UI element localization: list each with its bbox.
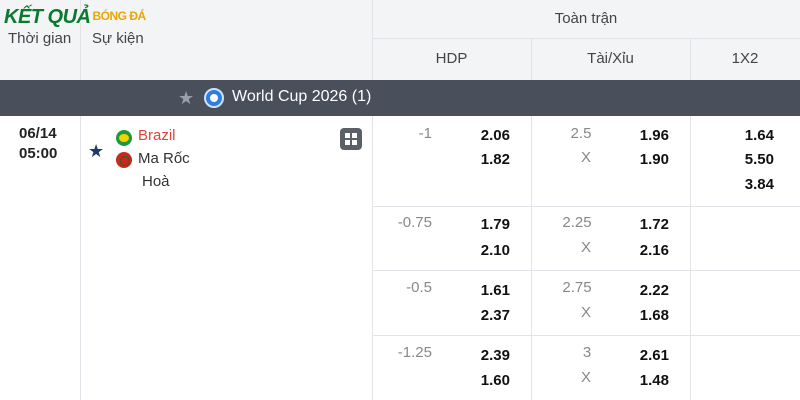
divider	[372, 116, 373, 400]
ou-x-mark: X	[580, 369, 591, 386]
ou-under-odd[interactable]: 1.48	[619, 372, 669, 389]
hdp-line: -1	[418, 125, 432, 142]
ou-line: 2.5	[570, 125, 592, 142]
column-header-hdp: HDP	[435, 50, 468, 67]
logo-sub-text: BÓNG ĐÁ	[92, 9, 147, 23]
1x2-draw-odd[interactable]: 5.50	[724, 151, 774, 168]
favorite-star-icon[interactable]: ★	[88, 141, 104, 162]
hdp-away-odd[interactable]: 2.37	[460, 307, 510, 324]
hdp-home-odd[interactable]: 2.06	[460, 127, 510, 144]
logo-main-text: KẾT QUẢ	[4, 6, 91, 28]
league-bar[interactable]	[0, 80, 800, 116]
divider	[690, 116, 691, 400]
ou-x-mark: X	[580, 149, 591, 166]
hdp-away-odd[interactable]: 1.60	[460, 372, 510, 389]
column-header-full-match: Toàn trận	[554, 10, 618, 27]
row-divider	[372, 206, 800, 207]
1x2-away-odd[interactable]: 3.84	[724, 176, 774, 193]
match-time: 05:00	[19, 145, 58, 162]
ou-under-odd[interactable]: 1.90	[619, 151, 669, 168]
column-header-1x2: 1X2	[731, 50, 759, 67]
star-icon[interactable]: ★	[178, 88, 194, 109]
ou-line: 2.75	[562, 279, 592, 296]
morocco-flag-icon	[116, 152, 132, 168]
hdp-home-odd[interactable]: 1.79	[460, 216, 510, 233]
stats-grid-icon[interactable]	[340, 128, 362, 150]
1x2-home-odd[interactable]: 1.64	[724, 127, 774, 144]
ou-under-odd[interactable]: 1.68	[619, 307, 669, 324]
row-divider	[372, 270, 800, 271]
row-divider	[372, 335, 800, 336]
ou-line: 3	[582, 344, 592, 361]
ou-line: 2.25	[562, 214, 592, 231]
ou-under-odd[interactable]: 2.16	[619, 242, 669, 259]
ou-x-mark: X	[580, 239, 591, 256]
divider	[80, 116, 81, 400]
ou-x-mark: X	[580, 304, 591, 321]
ou-over-odd[interactable]: 2.22	[619, 282, 669, 299]
draw-label: Hoà	[142, 173, 170, 190]
hdp-line: -1.25	[397, 344, 432, 361]
hdp-line: -0.5	[406, 279, 432, 296]
home-team-name[interactable]: Brazil	[138, 127, 176, 144]
divider	[531, 116, 532, 400]
ou-over-odd[interactable]: 2.61	[619, 347, 669, 364]
hdp-home-odd[interactable]: 1.61	[460, 282, 510, 299]
match-date: 06/14	[19, 125, 57, 142]
away-team-name[interactable]: Ma Rốc	[138, 150, 190, 167]
column-header-event: Sự kiện	[92, 30, 144, 47]
ou-over-odd[interactable]: 1.72	[619, 216, 669, 233]
ou-over-odd[interactable]: 1.96	[619, 127, 669, 144]
hdp-line: -0.75	[397, 214, 432, 231]
world-cup-badge-icon	[204, 88, 224, 108]
league-name: World Cup 2026 (1)	[232, 88, 372, 105]
column-header-over-under: Tài/Xỉu	[587, 50, 634, 67]
brazil-flag-icon	[116, 130, 132, 146]
hdp-away-odd[interactable]: 1.82	[460, 151, 510, 168]
hdp-home-odd[interactable]: 2.39	[460, 347, 510, 364]
site-logo[interactable]: KẾT QUẢ BÓNG ĐÁ	[4, 6, 146, 29]
hdp-away-odd[interactable]: 2.10	[460, 242, 510, 259]
column-header-time: Thời gian	[8, 30, 72, 47]
